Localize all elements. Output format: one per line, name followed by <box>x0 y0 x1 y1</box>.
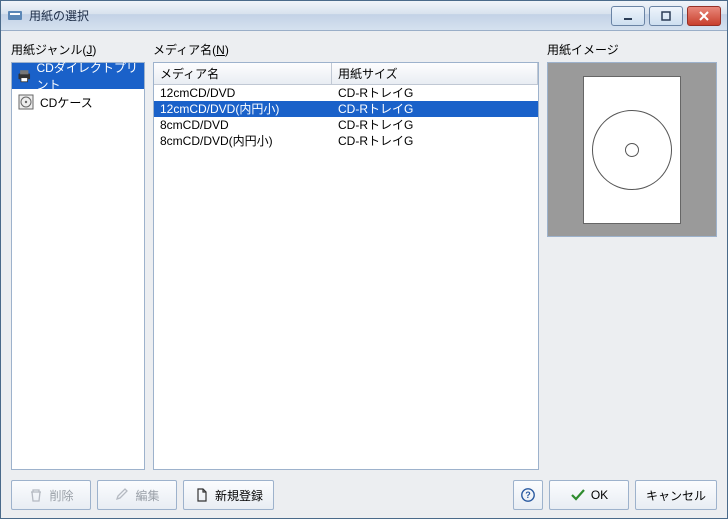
genre-list[interactable]: CDダイレクトプリントCDケース <box>11 62 145 470</box>
close-button[interactable] <box>687 6 721 26</box>
disc-hole <box>625 143 639 157</box>
check-icon <box>570 487 586 503</box>
client-area: 用紙ジャンル(J) CDダイレクトプリントCDケース メディア名(N) メディア… <box>1 31 727 518</box>
dialog-window: 用紙の選択 用紙ジャンル(J) CDダイレクトプリントCDケース メディア名(N… <box>0 0 728 519</box>
media-panel: メディア名(N) メディア名 用紙サイズ 12cmCD/DVDCD-RトレイG1… <box>153 41 539 470</box>
media-table-body: 12cmCD/DVDCD-RトレイG12cmCD/DVD(内円小)CD-Rトレイ… <box>154 85 538 469</box>
minimize-button[interactable] <box>611 6 645 26</box>
svg-text:?: ? <box>525 490 531 500</box>
genre-label: 用紙ジャンル(J) <box>11 41 145 58</box>
paper-sheet <box>583 76 681 224</box>
cell-media: 8cmCD/DVD(内円小) <box>154 133 332 149</box>
ok-button[interactable]: OK <box>549 480 629 510</box>
media-label: メディア名(N) <box>153 41 539 58</box>
cell-media: 8cmCD/DVD <box>154 117 332 133</box>
edit-button: 編集 <box>97 480 177 510</box>
maximize-button[interactable] <box>649 6 683 26</box>
col-header-media[interactable]: メディア名 <box>154 63 332 84</box>
help-icon: ? <box>520 487 536 503</box>
delete-button: 削除 <box>11 480 91 510</box>
genre-item-label: CDダイレクトプリント <box>37 59 140 93</box>
printer-icon <box>16 66 33 86</box>
window-controls <box>611 6 727 26</box>
cell-size: CD-RトレイG <box>332 101 538 117</box>
help-button[interactable]: ? <box>513 480 543 510</box>
cell-size: CD-RトレイG <box>332 85 538 101</box>
new-file-icon <box>194 487 210 503</box>
new-button-label: 新規登録 <box>215 487 263 504</box>
cell-media: 12cmCD/DVD <box>154 85 332 101</box>
table-row[interactable]: 12cmCD/DVD(内円小)CD-RトレイG <box>154 101 538 117</box>
trash-icon <box>28 487 44 503</box>
app-icon <box>7 8 23 24</box>
genre-item-label: CDケース <box>40 94 93 111</box>
table-row[interactable]: 12cmCD/DVDCD-RトレイG <box>154 85 538 101</box>
genre-panel: 用紙ジャンル(J) CDダイレクトプリントCDケース <box>11 41 145 470</box>
window-title: 用紙の選択 <box>29 7 89 24</box>
cancel-button[interactable]: キャンセル <box>635 480 717 510</box>
titlebar[interactable]: 用紙の選択 <box>1 1 727 31</box>
media-table[interactable]: メディア名 用紙サイズ 12cmCD/DVDCD-RトレイG12cmCD/DVD… <box>153 62 539 470</box>
ok-button-label: OK <box>591 488 608 502</box>
cancel-button-label: キャンセル <box>646 487 706 504</box>
delete-button-label: 削除 <box>49 487 73 504</box>
cell-size: CD-RトレイG <box>332 133 538 149</box>
preview-label: 用紙イメージ <box>547 41 717 58</box>
edit-button-label: 編集 <box>135 487 159 504</box>
cdcase-icon <box>16 92 36 112</box>
new-button[interactable]: 新規登録 <box>183 480 274 510</box>
button-bar: 削除 編集 新規登録 ? OK キャンセル <box>11 470 717 510</box>
genre-item[interactable]: CDダイレクトプリント <box>12 63 144 89</box>
table-row[interactable]: 8cmCD/DVDCD-RトレイG <box>154 117 538 133</box>
cell-media: 12cmCD/DVD(内円小) <box>154 101 332 117</box>
table-row[interactable]: 8cmCD/DVD(内円小)CD-RトレイG <box>154 133 538 149</box>
paper-preview <box>547 62 717 237</box>
media-table-header: メディア名 用紙サイズ <box>154 63 538 85</box>
disc-outline <box>592 110 672 190</box>
preview-panel: 用紙イメージ <box>547 41 717 470</box>
col-header-size[interactable]: 用紙サイズ <box>332 63 538 84</box>
cell-size: CD-RトレイG <box>332 117 538 133</box>
pencil-icon <box>114 487 130 503</box>
